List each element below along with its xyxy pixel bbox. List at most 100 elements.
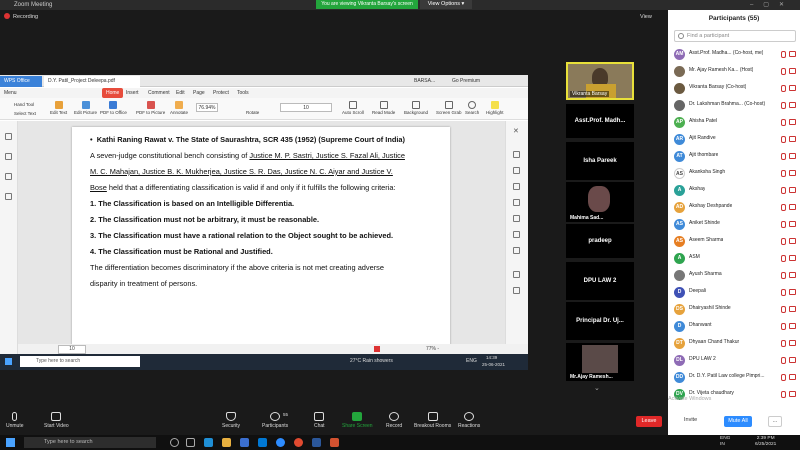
thumbnail-icon[interactable] [5,153,12,160]
participant-row[interactable]: AT Ajit thombare [668,148,800,165]
muted-mic-icon[interactable] [781,204,786,211]
muted-mic-icon[interactable] [781,221,786,228]
edit-text-button[interactable]: Edit Text [50,101,67,115]
participant-row[interactable]: Dr. Lakshman Brahma... (Co-host) [668,97,800,114]
participant-row[interactable]: AS Aniket Shinde [668,216,800,233]
participant-row[interactable]: AS Aseem Sharma [668,233,800,250]
page-number-field[interactable]: 10 [280,103,332,112]
pdf-to-office-button[interactable]: PDF to Office [100,101,127,115]
unmute-button[interactable]: Unmute [6,412,24,429]
sign-icon[interactable] [513,215,520,222]
tiles-scroll-down-icon[interactable]: ⌄ [594,384,600,392]
background-button[interactable]: Background [404,101,428,115]
edge-icon[interactable] [204,438,213,447]
participant-row[interactable]: A Akshay [668,182,800,199]
video-tile[interactable]: Mr.Ajay Ramesh... [566,343,634,381]
play-icon[interactable] [374,346,380,352]
muted-mic-icon[interactable] [781,153,786,160]
status-page-field[interactable]: 10 [58,345,86,354]
participant-row[interactable]: Vikranta Barsay (Co-host) [668,80,800,97]
video-tile[interactable]: DPU LAW 2 [566,262,634,300]
select-text-button[interactable]: Select Text [14,111,36,116]
muted-mic-icon[interactable] [781,170,786,177]
auto-scroll-button[interactable]: Auto Scroll [342,101,364,115]
print-icon[interactable] [513,271,520,278]
muted-mic-icon[interactable] [781,119,786,126]
taskbar-clock[interactable]: 2:39 PM 6/25/2021 [755,436,776,448]
tab-pdf-document[interactable]: D.Y. Patil_Project Deleepa.pdf [44,76,140,87]
muted-mic-icon[interactable] [781,238,786,245]
muted-mic-icon[interactable] [781,289,786,296]
share-screen-button[interactable]: Share Screen [342,412,373,429]
hand-tool-button[interactable]: Hand Tool [14,102,34,107]
participant-row[interactable]: A ASM [668,250,800,267]
zoom-app-icon[interactable] [276,438,285,447]
merge-icon[interactable] [513,231,520,238]
video-tile[interactable]: Principal Dr. Uj... [566,302,634,340]
participant-row[interactable]: AM Asst.Prof. Madha... (Co-host, me) [668,46,800,63]
start-video-button[interactable]: Start Video [44,412,69,429]
muted-mic-icon[interactable] [781,340,786,347]
participant-row[interactable]: DS Dhairyashil Shinde [668,301,800,318]
share-icon[interactable] [513,287,520,294]
rotate-button[interactable]: Rotate [246,110,259,115]
video-tile[interactable]: Asst.Prof. Madh... [566,104,634,138]
muted-mic-icon[interactable] [781,255,786,262]
annotate-button[interactable]: Annotate [170,101,188,115]
breakout-rooms-button[interactable]: Breakout Rooms [414,412,451,429]
edit-picture-button[interactable]: Edit Picture [74,101,97,115]
zoom-level-field[interactable]: 76.94% [196,103,218,112]
comment-icon[interactable] [5,193,12,200]
participant-row[interactable]: Mr. Ajay Ramesh Ka... (Host) [668,63,800,80]
muted-mic-icon[interactable] [781,136,786,143]
store-icon[interactable] [240,438,249,447]
muted-mic-icon[interactable] [781,357,786,364]
menu-item-insert[interactable]: Insert [126,88,139,98]
export-icon[interactable] [513,151,520,158]
leave-button[interactable]: Leave [636,416,662,427]
search-button[interactable]: Search [465,101,479,115]
menu-item-edit[interactable]: Edit [176,88,185,98]
menu-item-home[interactable]: Home [102,88,124,98]
reactions-button[interactable]: Reactions [458,412,480,429]
menu-item-menu[interactable]: Menu [4,88,17,98]
more-button[interactable]: ... [768,416,782,427]
muted-mic-icon[interactable] [781,187,786,194]
attachment-icon[interactable] [5,173,12,180]
go-premium-button[interactable]: Go Premium [448,76,484,87]
participant-row[interactable]: D Dhanwant [668,318,800,335]
record-button[interactable]: Record [386,412,402,429]
close-icon[interactable]: ✕ [513,127,520,135]
participant-row[interactable]: DT Dhyaan Chand Thakur [668,335,800,352]
translate-icon[interactable] [513,183,520,190]
muted-mic-icon[interactable] [781,85,786,92]
file-explorer-icon[interactable] [222,438,231,447]
video-tile[interactable]: Mahima Sad... [566,182,634,222]
window-controls[interactable]: –▢✕ [750,0,794,10]
chat-button[interactable]: Chat [314,412,325,429]
taskbar-search[interactable]: Type here to search [24,437,156,448]
menu-item-protect[interactable]: Protect [213,88,229,98]
task-view-icon[interactable] [186,438,195,447]
security-button[interactable]: Security [222,412,240,429]
participant-row[interactable]: D Deepali [668,284,800,301]
participant-row[interactable]: AR Ajit Randive [668,131,800,148]
muted-mic-icon[interactable] [781,323,786,330]
participant-row[interactable]: Ayush Sharma [668,267,800,284]
muted-mic-icon[interactable] [781,391,786,398]
participant-row[interactable]: AS Akanksha Singh [668,165,800,182]
chrome-icon[interactable] [294,438,303,447]
edit-icon[interactable] [513,167,520,174]
muted-mic-icon[interactable] [781,306,786,313]
pdf-to-picture-button[interactable]: PDF to Picture [136,101,165,115]
participant-row[interactable]: DL DPU LAW 2 [668,352,800,369]
muted-mic-icon[interactable] [781,51,786,58]
invite-button[interactable]: Invite [684,417,697,423]
mute-all-button[interactable]: Mute All [724,416,752,427]
watermark-icon[interactable] [513,247,520,254]
video-tile[interactable]: Isha Pareek [566,142,634,180]
participant-row[interactable]: AP Ahisha Patel [668,114,800,131]
muted-mic-icon[interactable] [781,68,786,75]
word-icon[interactable] [312,438,321,447]
read-mode-button[interactable]: Read Mode [372,101,395,115]
